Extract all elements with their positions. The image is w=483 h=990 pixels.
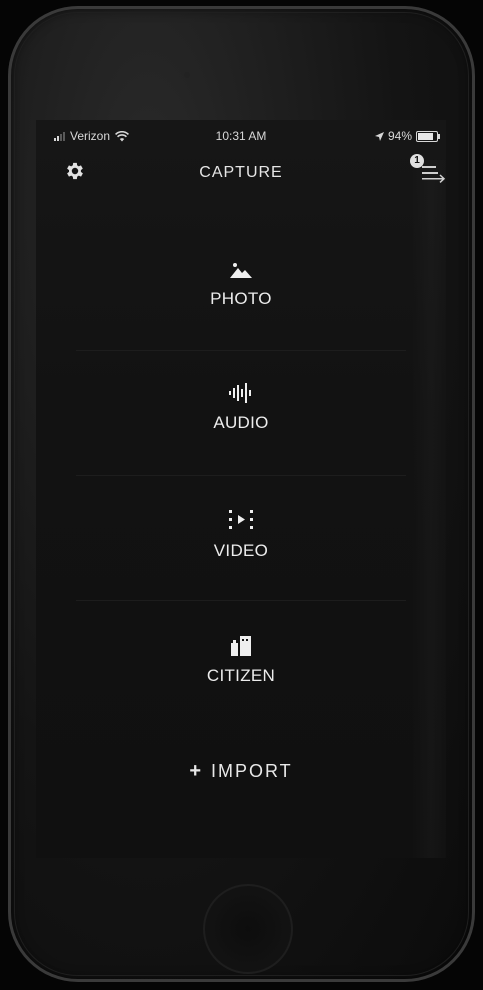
import-label: IMPORT bbox=[211, 761, 293, 781]
screen-glare bbox=[411, 160, 446, 858]
front-camera bbox=[184, 72, 190, 78]
plus-icon: + bbox=[189, 760, 203, 782]
page-title: CAPTURE bbox=[199, 164, 283, 181]
city-buildings-icon bbox=[231, 636, 251, 656]
capture-audio-label: AUDIO bbox=[213, 413, 269, 432]
upload-queue-button[interactable]: 1 bbox=[406, 154, 446, 188]
app-screen: Verizon 10:31 AM 94% CAPTURE 1 PHOTO AUD… bbox=[36, 120, 446, 858]
capture-video-label: VIDEO bbox=[213, 541, 269, 560]
battery-icon bbox=[416, 130, 440, 142]
location-arrow-icon bbox=[374, 131, 384, 141]
mountain-photo-icon bbox=[230, 263, 252, 278]
battery-percent: 94% bbox=[387, 129, 412, 143]
divider bbox=[76, 475, 406, 476]
capture-photo-label: PHOTO bbox=[210, 289, 272, 308]
home-button[interactable] bbox=[203, 884, 293, 974]
status-bar: Verizon 10:31 AM 94% bbox=[36, 128, 446, 146]
video-frame-icon bbox=[229, 510, 253, 529]
audio-waveform-icon bbox=[229, 383, 251, 403]
status-right: 94% bbox=[374, 129, 440, 143]
import-button[interactable]: + IMPORT bbox=[36, 760, 446, 783]
nav-bar: CAPTURE 1 bbox=[36, 154, 446, 190]
device-stage: Verizon 10:31 AM 94% CAPTURE 1 PHOTO AUD… bbox=[0, 0, 483, 990]
capture-audio-button[interactable]: AUDIO bbox=[76, 353, 406, 463]
divider bbox=[76, 350, 406, 351]
capture-photo-button[interactable]: PHOTO bbox=[76, 230, 406, 340]
capture-citizen-button[interactable]: CITIZEN bbox=[76, 605, 406, 715]
capture-citizen-label: CITIZEN bbox=[206, 666, 276, 685]
upload-queue-icon bbox=[422, 166, 446, 183]
capture-video-button[interactable]: VIDEO bbox=[76, 480, 406, 590]
divider bbox=[76, 600, 406, 601]
battery-level bbox=[418, 132, 433, 140]
